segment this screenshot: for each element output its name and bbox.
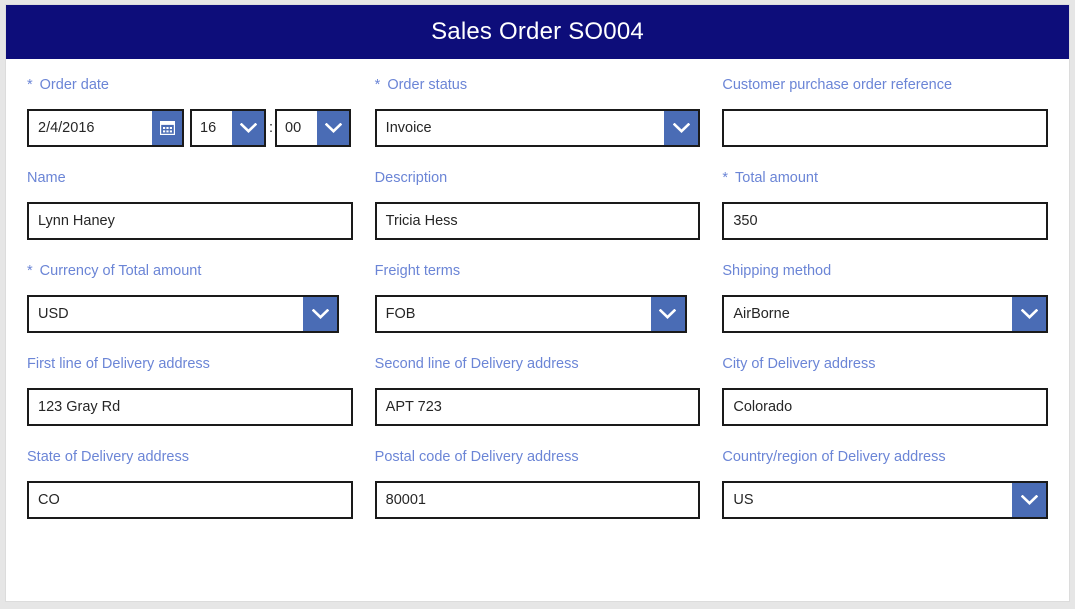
order-hour-value[interactable]: 16 bbox=[192, 111, 232, 145]
form-row-4: First line of Delivery address 123 Gray … bbox=[27, 356, 1049, 426]
delivery-country-dropdown-button[interactable] bbox=[1012, 483, 1047, 517]
delivery-city-input[interactable]: Colorado bbox=[722, 388, 1049, 426]
field-name: Name Lynn Haney bbox=[27, 170, 375, 240]
field-freight-terms: Freight terms FOB bbox=[374, 263, 723, 333]
freight-terms-select[interactable]: FOB bbox=[374, 295, 687, 333]
total-amount-label: * Total amount bbox=[722, 170, 1048, 187]
order-minute-value[interactable]: 00 bbox=[277, 111, 317, 145]
total-amount-label-text: Total amount bbox=[735, 170, 819, 186]
currency-dropdown-button[interactable] bbox=[303, 297, 337, 331]
customer-po-reference-input[interactable] bbox=[722, 109, 1049, 147]
order-date-value[interactable]: 2/4/2016 bbox=[29, 111, 152, 145]
field-currency: * Currency of Total amount USD bbox=[27, 263, 375, 333]
currency-select[interactable]: USD bbox=[27, 295, 339, 333]
order-date-label: * Order date bbox=[27, 77, 353, 94]
shipping-method-label: Shipping method bbox=[722, 263, 832, 279]
chevron-down-icon bbox=[672, 123, 690, 133]
delivery-state-value: CO bbox=[38, 492, 60, 508]
chevron-down-icon bbox=[311, 309, 329, 319]
name-label: Name bbox=[27, 170, 66, 186]
order-date-label-text: Order date bbox=[39, 77, 109, 93]
delivery-postal-value: 80001 bbox=[385, 492, 426, 508]
name-input[interactable]: Lynn Haney bbox=[27, 202, 353, 240]
required-marker: * bbox=[374, 77, 381, 93]
delivery-postal-input[interactable]: 80001 bbox=[374, 481, 701, 519]
field-delivery-postal: Postal code of Delivery address 80001 bbox=[374, 449, 723, 519]
order-hour-dropdown-button[interactable] bbox=[232, 111, 264, 145]
freight-terms-label: Freight terms bbox=[374, 263, 461, 279]
form-row-5: State of Delivery address CO Postal code… bbox=[27, 449, 1049, 519]
field-delivery-city: City of Delivery address Colorado bbox=[722, 356, 1049, 426]
field-delivery-state: State of Delivery address CO bbox=[27, 449, 375, 519]
total-amount-input[interactable]: 350 bbox=[722, 202, 1049, 240]
form-row-1: * Order date 2/4/2016 16: 00 * Order st… bbox=[27, 77, 1049, 147]
page-root: Sales Order SO004 * Order date 2/4/2016 bbox=[0, 0, 1075, 609]
order-date-group: 2/4/2016 16: 00 bbox=[27, 109, 353, 147]
order-status-select[interactable]: Invoice bbox=[374, 109, 701, 147]
title-bar: Sales Order SO004 bbox=[6, 5, 1069, 59]
form-row-3: * Currency of Total amount USD Freight te… bbox=[27, 263, 1049, 333]
delivery-line2-value: APT 723 bbox=[385, 399, 442, 415]
customer-po-reference-label: Customer purchase order reference bbox=[722, 77, 953, 93]
field-delivery-line1: First line of Delivery address 123 Gray … bbox=[27, 356, 375, 426]
description-label: Description bbox=[374, 170, 448, 186]
field-delivery-line2: Second line of Delivery address APT 723 bbox=[374, 356, 723, 426]
order-status-label: * Order status bbox=[375, 77, 701, 94]
currency-label: * Currency of Total amount bbox=[27, 263, 353, 280]
required-marker: * bbox=[27, 77, 33, 93]
freight-terms-dropdown-button[interactable] bbox=[650, 297, 685, 331]
calendar-icon bbox=[159, 121, 175, 135]
total-amount-value: 350 bbox=[733, 213, 758, 229]
freight-terms-value[interactable]: FOB bbox=[377, 297, 651, 331]
sales-order-card: Sales Order SO004 * Order date 2/4/2016 bbox=[5, 4, 1070, 602]
order-date-input[interactable]: 2/4/2016 bbox=[27, 109, 184, 147]
delivery-line2-label: Second line of Delivery address bbox=[374, 356, 579, 372]
form-row-2: Name Lynn Haney Description Tricia Hess … bbox=[27, 170, 1049, 240]
shipping-method-select[interactable]: AirBorne bbox=[722, 295, 1049, 333]
delivery-city-label: City of Delivery address bbox=[722, 356, 876, 372]
delivery-postal-label: Postal code of Delivery address bbox=[374, 449, 579, 465]
name-value: Lynn Haney bbox=[38, 213, 115, 229]
delivery-country-label: Country/region of Delivery address bbox=[722, 449, 946, 465]
field-order-date: * Order date 2/4/2016 16: 00 bbox=[27, 77, 375, 147]
shipping-method-dropdown-button[interactable] bbox=[1012, 297, 1047, 331]
delivery-city-value: Colorado bbox=[733, 399, 793, 415]
field-order-status: * Order status Invoice bbox=[374, 77, 723, 147]
description-value: Tricia Hess bbox=[385, 213, 458, 229]
delivery-state-label: State of Delivery address bbox=[27, 449, 189, 465]
description-input[interactable]: Tricia Hess bbox=[374, 202, 701, 240]
field-delivery-country: Country/region of Delivery address US bbox=[722, 449, 1049, 519]
delivery-line1-value: 123 Gray Rd bbox=[38, 399, 121, 415]
order-hour-select[interactable]: 16 bbox=[190, 109, 266, 147]
page-title: Sales Order SO004 bbox=[431, 18, 644, 45]
shipping-method-value[interactable]: AirBorne bbox=[724, 297, 1012, 331]
currency-value[interactable]: USD bbox=[29, 297, 303, 331]
chevron-down-icon bbox=[239, 123, 257, 133]
order-status-value[interactable]: Invoice bbox=[377, 111, 665, 145]
delivery-country-select[interactable]: US bbox=[722, 481, 1049, 519]
required-marker: * bbox=[27, 263, 33, 279]
delivery-line1-input[interactable]: 123 Gray Rd bbox=[27, 388, 353, 426]
delivery-state-input[interactable]: CO bbox=[27, 481, 353, 519]
form-body: * Order date 2/4/2016 16: 00 * Order st… bbox=[6, 59, 1069, 519]
delivery-line2-input[interactable]: APT 723 bbox=[374, 388, 701, 426]
field-description: Description Tricia Hess bbox=[374, 170, 723, 240]
order-minute-select[interactable]: 00 bbox=[275, 109, 352, 147]
delivery-line1-label: First line of Delivery address bbox=[27, 356, 210, 372]
field-total-amount: * Total amount 350 bbox=[722, 170, 1049, 240]
field-shipping-method: Shipping method AirBorne bbox=[722, 263, 1049, 333]
calendar-picker-button[interactable] bbox=[152, 111, 182, 145]
field-customer-po-reference: Customer purchase order reference bbox=[722, 77, 1049, 147]
chevron-down-icon bbox=[659, 309, 677, 319]
required-marker: * bbox=[722, 170, 728, 186]
time-separator: : bbox=[269, 120, 274, 136]
order-status-dropdown-button[interactable] bbox=[664, 111, 699, 145]
order-minute-dropdown-button[interactable] bbox=[317, 111, 350, 145]
delivery-country-value[interactable]: US bbox=[724, 483, 1012, 517]
chevron-down-icon bbox=[1020, 309, 1038, 319]
order-status-label-text: Order status bbox=[387, 77, 468, 93]
chevron-down-icon bbox=[1020, 495, 1038, 505]
chevron-down-icon bbox=[324, 123, 342, 133]
currency-label-text: Currency of Total amount bbox=[39, 263, 202, 279]
